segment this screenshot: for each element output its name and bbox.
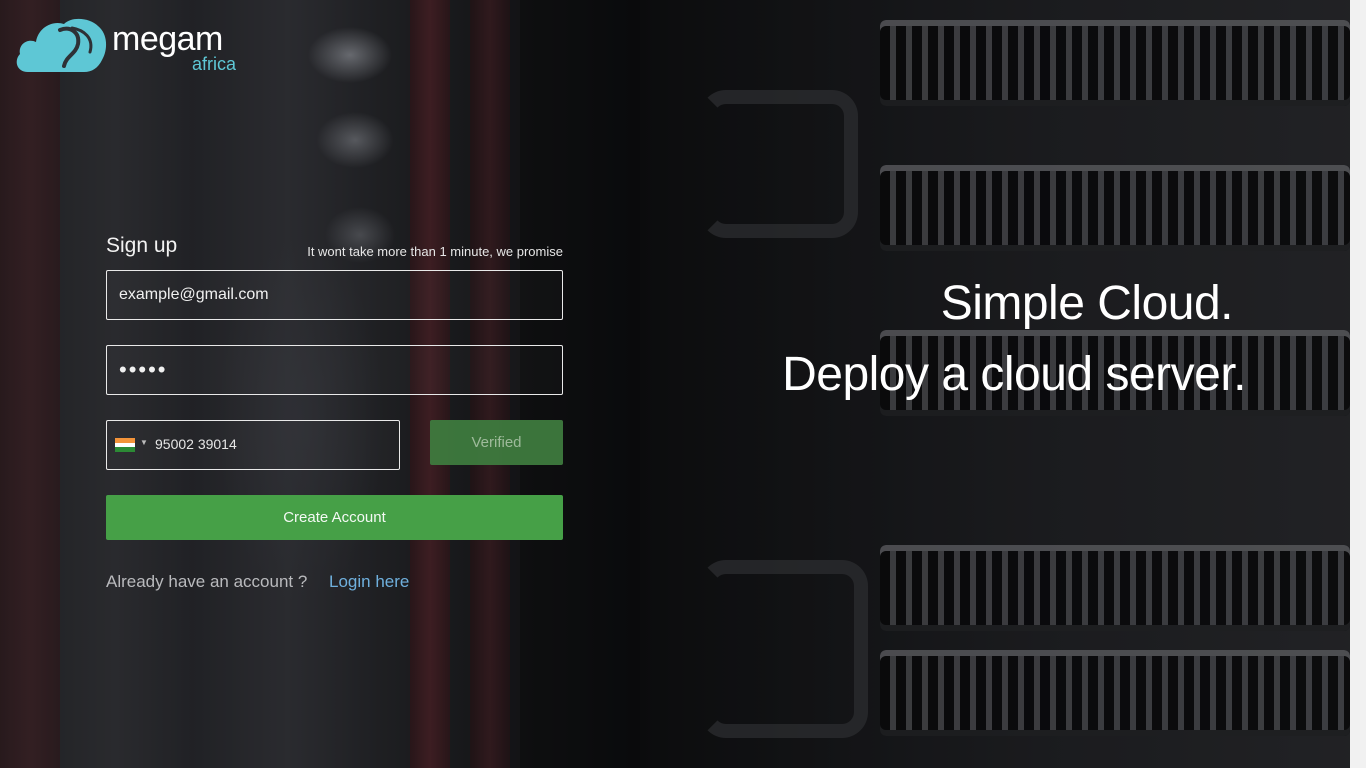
headline-line-1: Simple Cloud.	[940, 277, 1234, 330]
already-account-text: Already have an account ?	[106, 572, 308, 591]
chevron-down-icon[interactable]: ▼	[140, 438, 148, 447]
phone-number[interactable]: 95002 39014	[155, 436, 237, 452]
scrollbar-track[interactable]	[1350, 0, 1366, 768]
signup-note: It wont take more than 1 minute, we prom…	[307, 244, 563, 259]
headline-line-2: Deploy a cloud server.	[782, 348, 1246, 401]
brand-logo[interactable]: megam africa	[14, 16, 254, 76]
signup-title: Sign up	[106, 234, 178, 257]
phone-field[interactable]: ▼ 95002 39014	[106, 420, 400, 470]
brand-sub: africa	[192, 54, 237, 74]
india-flag-icon[interactable]	[115, 438, 135, 452]
login-link[interactable]: Login here	[329, 572, 409, 592]
brand-name: megam	[112, 20, 223, 58]
password-field[interactable]	[106, 345, 563, 395]
verified-button[interactable]: Verified	[430, 420, 563, 465]
create-account-button[interactable]: Create Account	[106, 495, 563, 540]
email-field[interactable]	[106, 270, 563, 320]
cloud-logo-icon	[16, 18, 107, 72]
